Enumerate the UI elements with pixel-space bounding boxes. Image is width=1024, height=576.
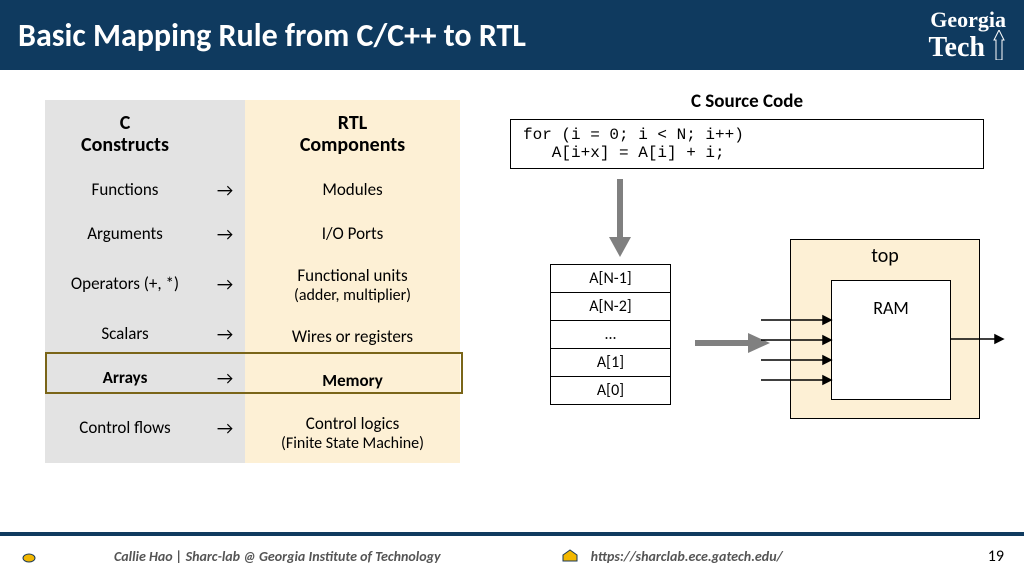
c-construct: Scalars <box>45 312 205 356</box>
map-arrow: → <box>205 312 245 356</box>
footer-url: https://sharclab.ece.gatech.edu/ <box>591 548 783 565</box>
array-cell: A[0] <box>551 377 671 405</box>
array-stack: A[N-1]A[N-2]...A[1]A[0] <box>550 264 671 405</box>
slide-title: Basic Mapping Rule from C/C++ to RTL <box>18 16 526 55</box>
c-header: C Constructs <box>45 100 205 168</box>
tower-icon <box>992 30 1006 60</box>
ram-block: RAM <box>831 280 951 400</box>
array-cell: A[N-2] <box>551 293 671 321</box>
array-cell: A[N-1] <box>551 265 671 293</box>
rtl-component: Control logics(Finite State Machine) <box>245 404 460 464</box>
map-arrow: → <box>205 168 245 212</box>
footer-author: Callie Hao | Sharc-lab @ Georgia Institu… <box>114 548 441 565</box>
rtl-component: Wires or registers <box>245 316 460 360</box>
rtl-component: I/O Ports <box>245 212 460 256</box>
top-module: top RAM <box>790 239 980 419</box>
map-arrow: → <box>205 212 245 256</box>
rtl-component: Functional units(adder, multiplier) <box>245 256 460 316</box>
output-port-arrow <box>951 332 1006 346</box>
top-module-label: top <box>791 240 979 272</box>
rtl-component: Memory <box>245 360 460 404</box>
arrow-down-icon <box>605 179 635 259</box>
map-arrow: → <box>205 356 245 400</box>
input-port-arrows <box>761 310 833 400</box>
array-to-ram-diagram: A[N-1]A[N-2]...A[1]A[0] top RAM <box>500 179 994 509</box>
map-arrow: → <box>205 400 245 456</box>
bee-icon <box>20 549 38 563</box>
array-cell: ... <box>551 321 671 349</box>
mapping-table-area: C Constructs FunctionsArgumentsOperators… <box>0 70 470 530</box>
mapping-table: C Constructs FunctionsArgumentsOperators… <box>45 100 470 463</box>
slide-header: Basic Mapping Rule from C/C++ to RTL Geo… <box>0 0 1024 70</box>
georgia-tech-logo: Georgia Tech <box>928 10 1006 60</box>
page-number: 19 <box>988 547 1004 566</box>
rtl-header: RTL Components <box>245 100 460 168</box>
array-cell: A[1] <box>551 349 671 377</box>
source-code-box: for (i = 0; i < N; i++) A[i+x] = A[i] + … <box>510 119 984 169</box>
c-construct: Functions <box>45 168 205 212</box>
c-construct: Arrays <box>45 356 205 400</box>
c-construct: Control flows <box>45 400 205 456</box>
c-construct: Arguments <box>45 212 205 256</box>
c-construct: Operators (+, *) <box>45 256 205 312</box>
source-code-title: C Source Code <box>500 90 994 113</box>
home-icon <box>561 549 579 563</box>
map-arrow: → <box>205 256 245 312</box>
rtl-component: Modules <box>245 168 460 212</box>
slide-footer: Callie Hao | Sharc-lab @ Georgia Institu… <box>0 532 1024 576</box>
